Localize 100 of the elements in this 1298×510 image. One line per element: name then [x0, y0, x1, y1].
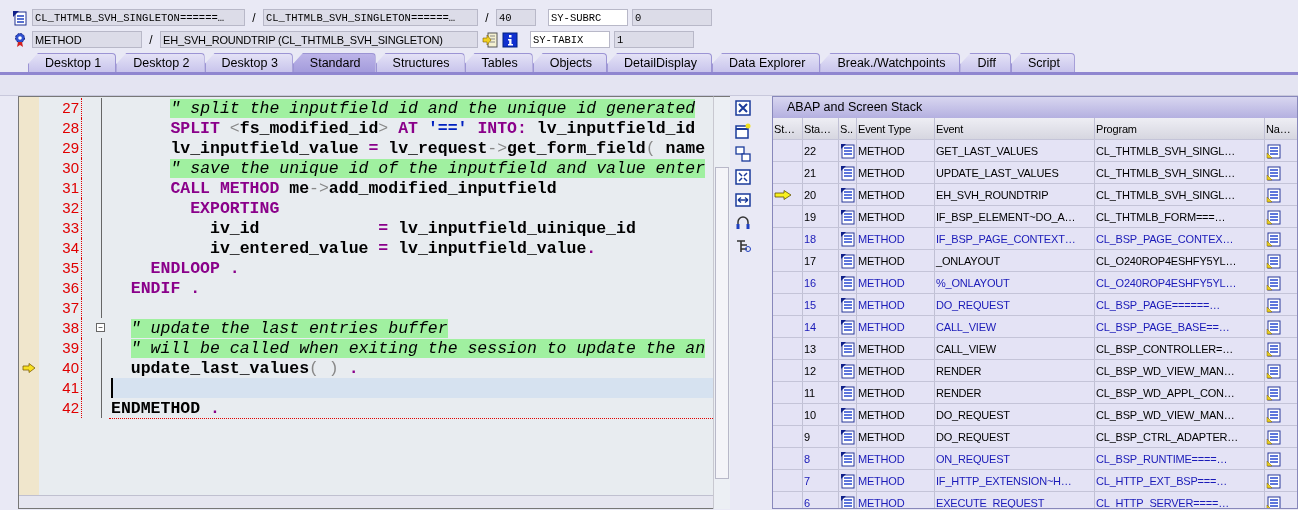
info-icon[interactable] [502, 31, 518, 48]
table-cell: METHOD [857, 228, 935, 249]
code-line: iv_id = lv_inputfield_uinique_id [209, 218, 636, 238]
line-number: 37 [39, 298, 82, 318]
table-cell: METHOD [857, 470, 935, 491]
system-field-value[interactable]: 1 [614, 31, 694, 48]
display-field[interactable]: 40 [496, 9, 536, 26]
vertical-scrollbar[interactable] [713, 96, 730, 509]
method-icon [840, 472, 856, 489]
tab[interactable]: Break./Watchpoints [820, 53, 961, 72]
code-line: ENDMETHOD . [111, 398, 220, 418]
program-icon [12, 9, 28, 26]
full-width-icon[interactable] [735, 192, 751, 208]
tab[interactable]: Desktop 2 [116, 53, 205, 72]
code-line: EXPORTING [189, 198, 280, 218]
column-header[interactable]: Sta… [803, 118, 839, 139]
tab[interactable]: Desktop 3 [204, 53, 293, 72]
line-number: 34 [39, 238, 82, 258]
table-cell: 14 [803, 316, 839, 337]
table-cell: CL_THTMLB_SVH_SINGL… [1095, 162, 1265, 183]
table-cell: CL_THTMLB_FORM===… [1095, 206, 1265, 227]
table-cell: GET_LAST_VALUES [935, 140, 1095, 161]
column-header[interactable]: Event [935, 118, 1095, 139]
horizontal-scrollbar[interactable] [19, 495, 713, 508]
table-cell: CL_BSP_WD_VIEW_MAN… [1095, 360, 1265, 381]
table-cell: CL_BSP_CONTROLLER=… [1095, 338, 1265, 359]
display-field[interactable]: CL_THTMLB_SVH_SINGLETON======… [32, 9, 245, 26]
column-header[interactable]: Event Type [857, 118, 935, 139]
source-code-icon [1266, 208, 1282, 225]
display-field[interactable]: EH_SVH_ROUNDTRIP (CL_THTMLB_SVH_SINGLETON) [160, 31, 478, 48]
table-cell: IF_HTTP_EXTENSION~H… [935, 470, 1095, 491]
source-code-icon [1266, 428, 1282, 445]
tab[interactable]: Data Explorer [712, 53, 821, 72]
system-field-name[interactable]: SY-TABIX [530, 31, 610, 48]
display-field[interactable]: METHOD [32, 31, 142, 48]
table-cell: 11 [803, 382, 839, 403]
new-window-icon[interactable] [735, 123, 751, 139]
table-cell: CL_HTTP_EXT_BSP===… [1095, 470, 1265, 491]
source-code-icon [1266, 494, 1282, 508]
column-header[interactable]: S.. [839, 118, 857, 139]
table-cell: CL_THTMLB_SVH_SINGL… [1095, 184, 1265, 205]
maximize-icon[interactable] [735, 169, 751, 185]
source-code-icon [1266, 186, 1282, 203]
tab[interactable]: Diff [960, 53, 1011, 72]
method-icon [840, 164, 856, 181]
code-line: SPLIT <fs_modified_id> AT '==' INTO: lv_inputfield_id [169, 118, 696, 138]
separator: / [484, 10, 490, 25]
column-header[interactable]: Program [1095, 118, 1265, 139]
swap-windows-icon[interactable] [735, 146, 751, 162]
table-cell: UPDATE_LAST_VALUES [935, 162, 1095, 183]
table-cell: 19 [803, 206, 839, 227]
table-cell: CALL_VIEW [935, 316, 1095, 337]
tab[interactable]: DetailDisplay [607, 53, 713, 72]
method-icon [840, 318, 856, 335]
table-cell: IF_BSP_PAGE_CONTEXT… [935, 228, 1095, 249]
headset-icon[interactable] [735, 215, 751, 231]
table-cell: CL_O240ROP4ESHFY5YL… [1095, 272, 1265, 293]
system-field-value[interactable]: 0 [632, 9, 712, 26]
tab[interactable]: Objects [532, 53, 608, 72]
method-icon [840, 428, 856, 445]
display-field[interactable]: CL_THTMLB_SVH_SINGLETON======… [263, 9, 478, 26]
code-line: ENDLOOP . [149, 258, 240, 278]
table-cell: 16 [803, 272, 839, 293]
method-icon [840, 274, 856, 291]
tab[interactable]: Script [1010, 53, 1075, 72]
system-field-name[interactable]: SY-SUBRC [548, 9, 628, 26]
table-cell: 10 [803, 404, 839, 425]
method-icon [840, 186, 856, 203]
tab[interactable]: Tables [464, 53, 533, 72]
table-cell: 7 [803, 470, 839, 491]
table-cell: 8 [803, 448, 839, 469]
method-icon [840, 340, 856, 357]
table-cell: 20 [803, 184, 839, 205]
table-cell: IF_BSP_ELEMENT~DO_A… [935, 206, 1095, 227]
method-icon [840, 252, 856, 269]
column-header[interactable]: St… [773, 118, 803, 139]
source-code-icon [1266, 252, 1282, 269]
table-cell: CL_BSP_PAGE_CONTEX… [1095, 228, 1265, 249]
table-cell: METHOD [857, 316, 935, 337]
table-cell: METHOD [857, 492, 935, 508]
table-cell: RENDER [935, 382, 1095, 403]
close-icon[interactable] [735, 100, 751, 116]
table-cell: CL_HTTP_SERVER====… [1095, 492, 1265, 508]
table-cell: CALL_VIEW [935, 338, 1095, 359]
source-code-icon [1266, 296, 1282, 313]
collapse-icon[interactable] [96, 323, 105, 332]
table-cell: %_ONLAYOUT [935, 272, 1095, 293]
table-cell: METHOD [857, 272, 935, 293]
method-icon [840, 142, 856, 159]
line-number: 30 [39, 158, 82, 178]
table-cell: 15 [803, 294, 839, 315]
tab[interactable]: Desktop 1 [28, 53, 117, 72]
method-icon [840, 230, 856, 247]
tab[interactable]: Standard [292, 53, 376, 72]
method-icon [840, 208, 856, 225]
table-cell: METHOD [857, 426, 935, 447]
tab[interactable]: Structures [375, 53, 465, 72]
tree-structure-icon[interactable] [735, 238, 751, 254]
column-header[interactable]: Na… [1265, 118, 1297, 139]
line-number: 41 [39, 378, 82, 398]
